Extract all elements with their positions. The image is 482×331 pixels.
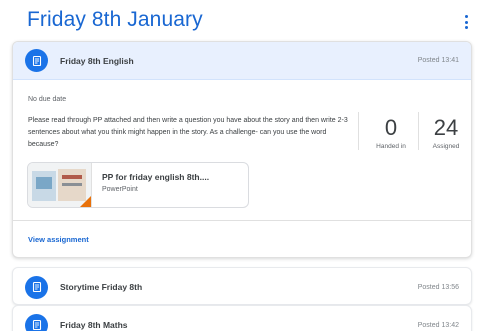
topic-title: Friday 8th January xyxy=(27,8,203,31)
posted-time: Posted 13:41 xyxy=(417,57,459,64)
more-options-icon[interactable] xyxy=(462,15,470,29)
assignment-title: Friday 8th English xyxy=(60,55,134,66)
assigned-stat[interactable]: 24 Assigned xyxy=(421,115,471,151)
due-date: No due date xyxy=(28,96,67,103)
handed-in-count: 0 xyxy=(384,115,398,140)
assigned-count: 24 xyxy=(433,115,459,140)
posted-time: Posted 13:42 xyxy=(417,321,459,329)
card-footer: View assignment xyxy=(13,220,471,257)
assignment-icon xyxy=(25,275,48,299)
attachment-thumbnail xyxy=(28,163,92,207)
powerpoint-icon xyxy=(80,196,91,207)
posted-time: Posted 13:56 xyxy=(417,283,459,291)
handed-in-stat[interactable]: 0 Handed in xyxy=(366,115,416,151)
assignment-header[interactable]: Friday 8th English Posted 13:41 xyxy=(13,42,471,80)
assignment-icon xyxy=(25,313,48,331)
handed-in-label: Handed in xyxy=(376,143,406,150)
assignment-title: Friday 8th Maths xyxy=(60,320,128,330)
attachment-type: PowerPoint xyxy=(102,186,138,193)
assignment-icon xyxy=(25,49,48,72)
attachment-card[interactable]: PP for friday english 8th.... PowerPoint xyxy=(27,162,249,208)
assigned-label: Assigned xyxy=(432,143,460,150)
stats-divider xyxy=(418,112,419,150)
assignment-instructions: Please read through PP attached and then… xyxy=(28,117,348,148)
assignment-card[interactable]: Friday 8th Maths Posted 13:42 xyxy=(12,305,472,331)
assignment-title: Storytime Friday 8th xyxy=(60,282,143,292)
assignment-card-expanded: Friday 8th English Posted 13:41 No due d… xyxy=(12,41,472,258)
stats-divider xyxy=(358,112,359,150)
view-assignment-link[interactable]: View assignment xyxy=(28,235,89,244)
attachment-title: PP for friday english 8th.... xyxy=(102,172,210,182)
assignment-card[interactable]: Storytime Friday 8th Posted 13:56 xyxy=(12,267,472,305)
